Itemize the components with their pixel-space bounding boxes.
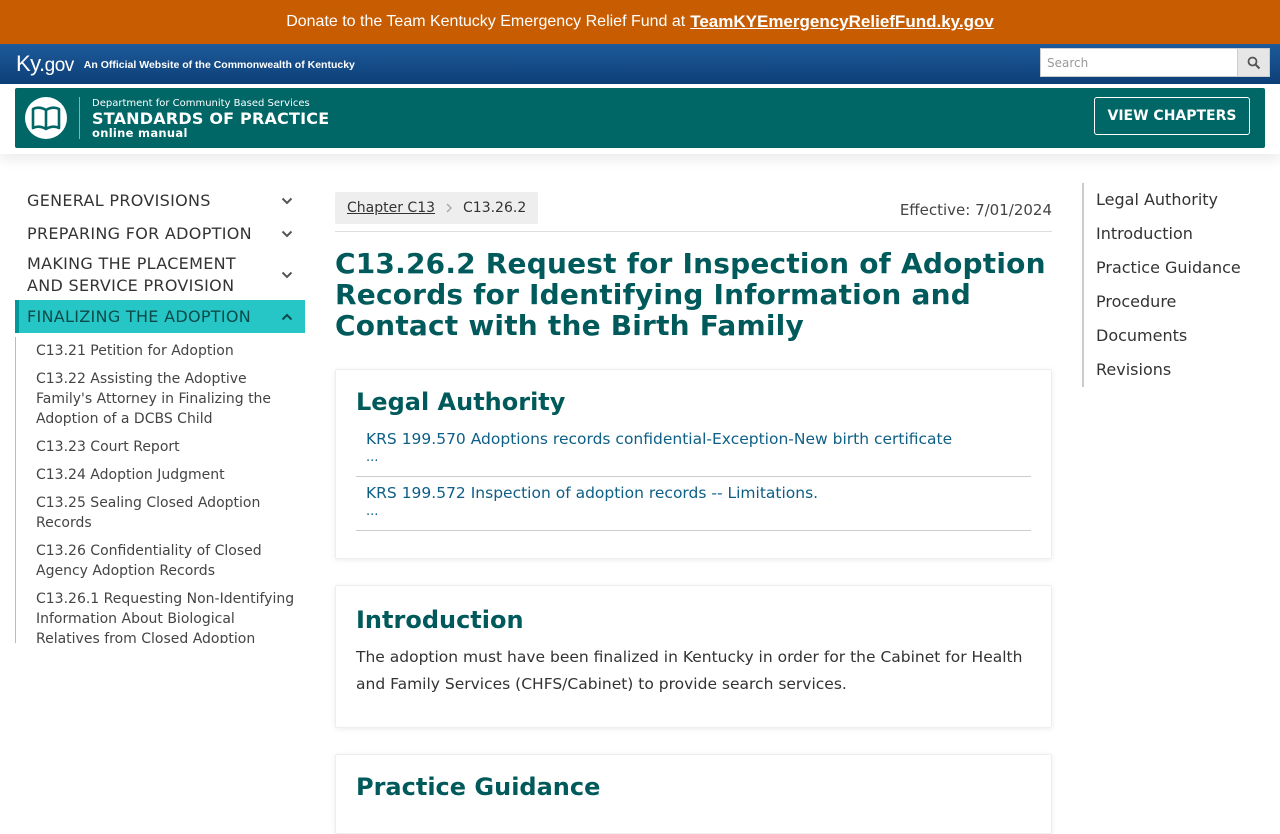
nav-section-label: PREPARING FOR ADOPTION — [27, 223, 252, 243]
chevron-up-icon — [281, 313, 293, 320]
introduction-body: The adoption must have been finalized in… — [356, 648, 1023, 693]
search-input[interactable] — [1040, 48, 1238, 77]
chevron-down-icon — [281, 271, 293, 279]
view-chapters-button[interactable]: VIEW CHAPTERS — [1094, 97, 1250, 135]
donate-text: Donate to the Team Kentucky Emergency Re… — [286, 13, 686, 30]
nav-sub-item[interactable]: C13.22 Assisting the Adoptive Family's A… — [16, 365, 305, 433]
practice-guidance-heading: Practice Guidance — [356, 773, 601, 801]
sop-header: Department for Community Based Services … — [15, 88, 1265, 148]
search-button[interactable] — [1238, 48, 1270, 77]
search-icon — [1247, 56, 1260, 69]
kygov-bar: Ky.gov An Official Website of the Common… — [0, 44, 1280, 84]
chevron-right-icon — [446, 202, 453, 213]
introduction-heading: Introduction — [356, 606, 524, 634]
page-title: C13.26.2 Request for Inspection of Adopt… — [335, 247, 1046, 342]
sop-subtitle: online manual — [92, 125, 188, 140]
nav-sub-item[interactable]: C13.26.1 Requesting Non-Identifying Info… — [16, 585, 305, 643]
nav-sub-item[interactable]: C13.23 Court Report — [16, 433, 305, 461]
nav-section-label: MAKING THE PLACEMENT AND SERVICE PROVISI… — [27, 254, 236, 295]
nav-section-preparing-for-adoption[interactable]: PREPARING FOR ADOPTION — [15, 217, 305, 250]
nav-sub-list: C13.21 Petition for Adoption C13.22 Assi… — [15, 337, 305, 643]
toc-introduction[interactable]: Introduction — [1096, 217, 1272, 251]
introduction-card: Introduction The adoption must have been… — [335, 585, 1052, 728]
kygov-logo[interactable]: Ky.gov — [16, 51, 74, 77]
nav-section-label: FINALIZING THE ADOPTION — [27, 306, 252, 326]
legal-link[interactable]: KRS 199.572 Inspection of adoption recor… — [356, 477, 1031, 531]
chevron-down-icon — [281, 230, 293, 237]
nav-section-general-provisions[interactable]: GENERAL PROVISIONS — [15, 184, 305, 217]
nav-section-finalizing-the-adoption[interactable]: FINALIZING THE ADOPTION — [15, 300, 305, 333]
legal-link-ellipsis: ... — [366, 504, 379, 519]
left-nav: GENERAL PROVISIONS PREPARING FOR ADOPTIO… — [15, 184, 305, 643]
toc-revisions[interactable]: Revisions — [1096, 353, 1272, 387]
kygov-logo-suffix: gov — [44, 55, 75, 76]
sop-dept: Department for Community Based Services — [92, 97, 310, 109]
toc-documents[interactable]: Documents — [1096, 319, 1272, 353]
sop-divider — [79, 97, 80, 139]
legal-authority-heading: Legal Authority — [356, 388, 566, 416]
legal-authority-card: Legal Authority KRS 199.570 Adoptions re… — [335, 369, 1052, 559]
breadcrumb: Chapter C13 C13.26.2 — [335, 191, 539, 224]
breadcrumb-current: C13.26.2 — [463, 199, 527, 216]
practice-guidance-card: Practice Guidance — [335, 754, 1052, 834]
kygov-tagline: An Official Website of the Commonwealth … — [83, 59, 355, 71]
nav-sub-item[interactable]: C13.24 Adoption Judgment — [16, 461, 305, 489]
toc-legal-authority[interactable]: Legal Authority — [1096, 183, 1272, 217]
kygov-logo-text: Ky. — [16, 51, 45, 76]
sop-header-wrap: Department for Community Based Services … — [0, 84, 1280, 154]
sop-title: STANDARDS OF PRACTICE — [92, 108, 330, 128]
effective-date: Effective: 7/01/2024 — [899, 200, 1052, 219]
toc-procedure[interactable]: Procedure — [1096, 285, 1272, 319]
nav-sub-item[interactable]: C13.26 Confidentiality of Closed Agency … — [16, 537, 305, 585]
nav-sub-item[interactable]: C13.25 Sealing Closed Adoption Records — [16, 489, 305, 537]
breadcrumb-chapter-link[interactable]: Chapter C13 — [347, 200, 435, 216]
chevron-down-icon — [281, 197, 293, 204]
nav-sub-item[interactable]: C13.21 Petition for Adoption — [16, 337, 305, 365]
kygov-search — [1040, 48, 1270, 77]
page-toc: Legal Authority Introduction Practice Gu… — [1082, 183, 1272, 387]
legal-link-ellipsis: ... — [366, 450, 379, 465]
toc-practice-guidance[interactable]: Practice Guidance — [1096, 251, 1272, 285]
donate-banner: Donate to the Team Kentucky Emergency Re… — [0, 0, 1280, 44]
legal-link-text: KRS 199.570 Adoptions records confidenti… — [366, 430, 953, 448]
crumb-row: Chapter C13 C13.26.2 Effective: 7/01/202… — [335, 184, 1052, 232]
legal-link-text: KRS 199.572 Inspection of adoption recor… — [366, 484, 819, 502]
book-icon[interactable] — [25, 97, 67, 139]
legal-link[interactable]: KRS 199.570 Adoptions records confidenti… — [356, 426, 1031, 477]
sop-title-block[interactable]: Department for Community Based Services … — [92, 98, 329, 139]
nav-section-label: GENERAL PROVISIONS — [27, 190, 211, 210]
main-content: Chapter C13 C13.26.2 Effective: 7/01/202… — [335, 184, 1052, 834]
nav-section-making-the-placement[interactable]: MAKING THE PLACEMENT AND SERVICE PROVISI… — [15, 250, 305, 300]
donate-link[interactable]: TeamKYEmergencyReliefFund.ky.gov — [690, 12, 994, 32]
